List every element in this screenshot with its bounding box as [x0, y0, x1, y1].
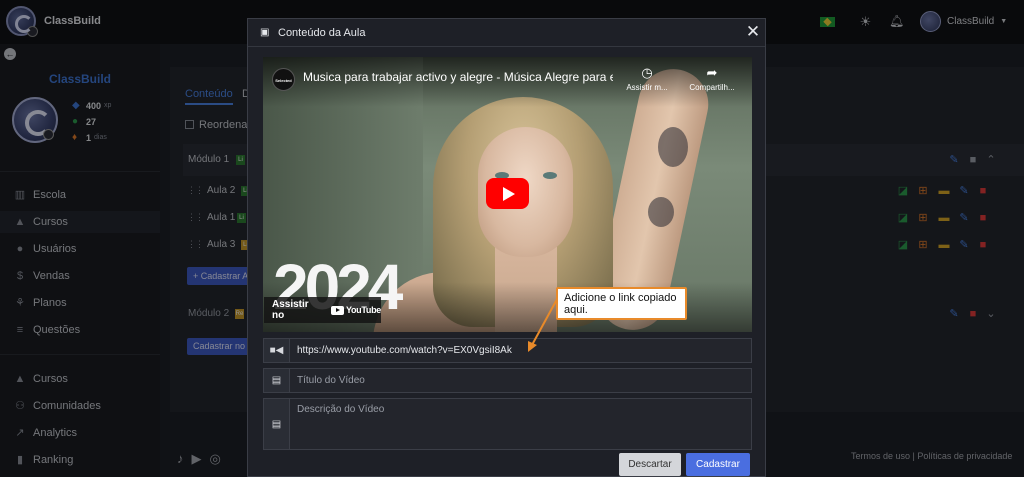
share-arrow-icon: ➦ [706, 65, 718, 80]
youtube-logo: YouTube [330, 305, 381, 315]
watch-later-button[interactable]: ◷ Assistir m... [618, 65, 676, 93]
video-url-input[interactable] [290, 338, 752, 363]
watch-later-label: Assistir m... [626, 83, 668, 92]
video-description-field: ▤ [263, 398, 752, 450]
watch-on-label: Assistir no [272, 299, 309, 321]
submit-button[interactable]: Cadastrar [686, 453, 750, 476]
discard-button[interactable]: Descartar [619, 453, 681, 476]
video-thumbnail-tattoo [658, 127, 688, 167]
channel-avatar[interactable]: Selected [272, 68, 295, 91]
video-library-icon: ▣ [260, 27, 270, 38]
modal-title: Conteúdo da Aula [278, 27, 366, 39]
close-icon[interactable]: ✕ [745, 23, 761, 40]
video-camera-icon: ■◀ [263, 338, 290, 363]
lesson-content-modal: ▣ Conteúdo da Aula ✕ Selected Musica par… [247, 18, 766, 477]
youtube-wordmark: YouTube [345, 305, 381, 315]
file-icon: ▤ [263, 368, 290, 393]
clock-icon: ◷ [641, 65, 653, 80]
video-thumbnail-tattoo [648, 197, 674, 227]
video-thumbnail-eye [543, 172, 557, 179]
video-url-field: ■◀ [263, 338, 752, 363]
play-button[interactable] [486, 178, 529, 209]
callout-tooltip: Adicione o link copiado aqui. [556, 287, 687, 320]
watch-on-youtube-button[interactable]: Assistir no YouTube [264, 297, 381, 323]
modal-header: ▣ Conteúdo da Aula ✕ [248, 19, 765, 47]
file-icon: ▤ [263, 398, 290, 450]
video-title[interactable]: Musica para trabajar activo y alegre - M… [303, 70, 613, 84]
share-label: Compartilh... [689, 83, 735, 92]
share-button[interactable]: ➦ Compartilh... [683, 65, 741, 93]
video-description-input[interactable] [290, 398, 752, 450]
video-title-input[interactable] [290, 368, 752, 393]
youtube-play-icon [330, 305, 344, 315]
video-title-field: ▤ [263, 368, 752, 393]
